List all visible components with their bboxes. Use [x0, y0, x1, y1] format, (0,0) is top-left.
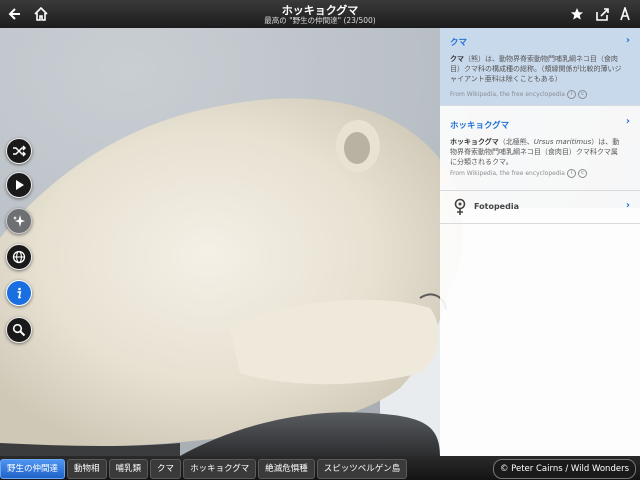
breadcrumb: 野生の仲間達 動物相 哺乳類 クマ ホッキョクグマ 絶滅危惧種 スピッツベルゲン…: [0, 459, 409, 479]
share-button[interactable]: [591, 3, 613, 25]
breadcrumb-item[interactable]: 動物相: [67, 459, 107, 479]
breadcrumb-item[interactable]: スピッツベルゲン島: [316, 459, 408, 479]
breadcrumb-item[interactable]: ホッキョクグマ: [183, 459, 257, 479]
info-card-polar-bear[interactable]: ホッキョクグマ ホッキョクグマ（北極熊、Ursus maritimus）は、動物…: [440, 111, 640, 191]
card-text-body: （熊）は、動物界脊索動物門哺乳綱ネコ目（食肉目）クマ科の構成種の総称。（頬縁関係…: [450, 55, 622, 83]
breadcrumb-item[interactable]: 野生の仲間達: [0, 459, 66, 479]
chevron-right-icon: ›: [625, 116, 630, 127]
fotopedia-icon: [454, 198, 466, 215]
card-text-bold: ホッキョクグマ: [450, 138, 499, 146]
text-size-icon: [620, 7, 630, 21]
info-icon: [17, 287, 22, 299]
shuffle-button[interactable]: [6, 138, 32, 164]
search-button[interactable]: [6, 317, 32, 343]
fotopedia-link[interactable]: Fotopedia ›: [440, 191, 640, 224]
chevron-right-icon: ›: [625, 200, 630, 211]
card-text-pre: （北極熊、: [498, 138, 534, 146]
photo-credit[interactable]: © Peter Cairns / Wild Wonders: [492, 459, 636, 479]
fotopedia-label: Fotopedia: [474, 202, 519, 211]
info-panel: クマ クマ（熊）は、動物界脊索動物門哺乳綱ネコ目（食肉目）クマ科の構成種の総称。…: [440, 28, 640, 456]
license-icon: i: [566, 90, 576, 99]
bottom-bar: 野生の仲間達 動物相 哺乳類 クマ ホッキョクグマ 絶滅危惧種 スピッツベルゲン…: [0, 456, 640, 480]
chevron-right-icon: ›: [625, 35, 630, 46]
breadcrumb-item[interactable]: 哺乳類: [108, 459, 149, 479]
star-icon: [571, 8, 583, 20]
breadcrumb-item[interactable]: 絶滅危惧種: [258, 459, 315, 479]
breadcrumb-item[interactable]: クマ: [150, 459, 182, 479]
text-size-button[interactable]: [614, 3, 636, 25]
sparkle-icon: [13, 215, 25, 227]
card-source: From Wikipedia, the free encyclopedia i c: [450, 169, 587, 178]
license-icon: i: [566, 169, 576, 178]
info-card-bear[interactable]: クマ クマ（熊）は、動物界脊索動物門哺乳綱ネコ目（食肉目）クマ科の構成種の総称。…: [440, 28, 640, 106]
play-icon: [16, 180, 24, 190]
globe-icon: [12, 250, 26, 264]
card-text-italic: Ursus maritimus: [533, 138, 592, 146]
share-icon: [596, 8, 609, 21]
card-text-bold: クマ: [450, 55, 464, 63]
card-text: ホッキョクグマ（北極熊、Ursus maritimus）は、動物界脊索動物門哺乳…: [450, 137, 630, 167]
cc-icon: c: [577, 169, 587, 178]
card-source-text: From Wikipedia, the free encyclopedia: [450, 91, 565, 98]
top-bar: ホッキョクグマ 最高の "野生の仲間達" (23/500): [0, 0, 640, 28]
page-subtitle: 最高の "野生の仲間達" (23/500): [264, 16, 376, 25]
search-icon: [12, 323, 26, 337]
map-button[interactable]: [6, 244, 32, 270]
card-text: クマ（熊）は、動物界脊索動物門哺乳綱ネコ目（食肉目）クマ科の構成種の総称。（頬縁…: [450, 54, 630, 84]
favorite-button[interactable]: [566, 3, 588, 25]
card-source-text: From Wikipedia, the free encyclopedia: [450, 170, 565, 177]
sparkle-button[interactable]: [6, 208, 32, 234]
card-source: From Wikipedia, the free encyclopedia i c: [450, 90, 587, 99]
cc-icon: c: [577, 90, 587, 99]
shuffle-icon: [13, 145, 26, 157]
card-title: クマ: [450, 38, 468, 48]
play-button[interactable]: [6, 172, 32, 198]
info-button[interactable]: [6, 280, 32, 306]
card-title: ホッキョクグマ: [450, 121, 510, 131]
